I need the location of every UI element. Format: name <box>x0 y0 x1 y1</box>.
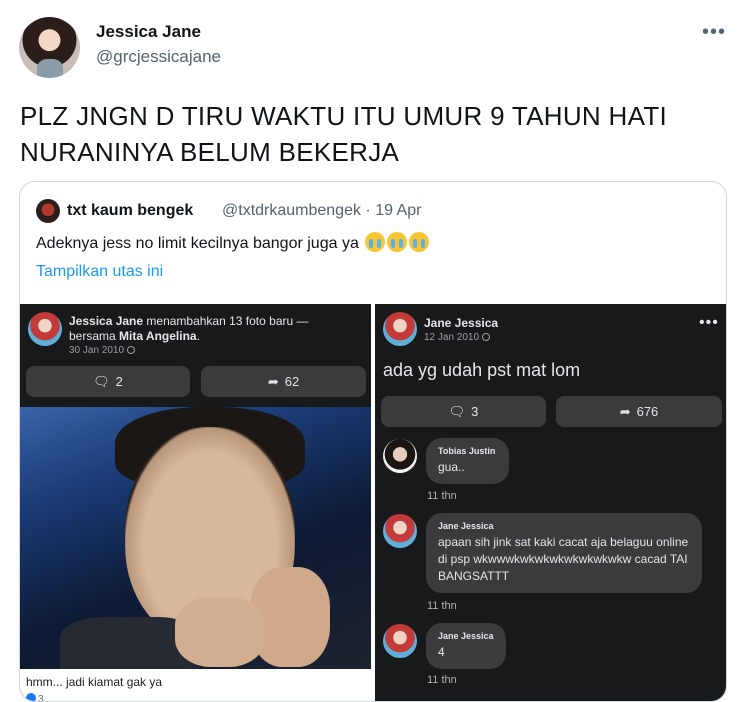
fb-avatar <box>28 312 62 346</box>
comment-bubble: Tobias Justin gua.. <box>426 438 509 484</box>
comment-icon: 🗨 <box>93 373 110 389</box>
fb-post-header-line2: bersama Mita Angelina. <box>69 329 200 343</box>
comment-text: gua.. <box>438 460 465 474</box>
quoted-tweet-text: Adeknya jess no limit kecilnya bangor ju… <box>36 232 430 253</box>
quoted-author-handle-date: @txtdrkaumbengek · 19 Apr <box>222 202 422 219</box>
share-icon: ➦ <box>619 403 631 419</box>
comment-text: apaan sih jink sat kaki cacat aja belagu… <box>438 535 689 583</box>
comment-bubble: Jane Jessica apaan sih jink sat kaki cac… <box>426 513 702 593</box>
show-thread-link[interactable]: Tampilkan utas ini <box>36 263 163 281</box>
more-options-icon[interactable]: ••• <box>702 21 726 44</box>
fb-period: . <box>196 329 200 343</box>
quoted-author-name: txt kaum bengek <box>67 202 194 219</box>
right-screenshot-panel[interactable]: Jane Jessica 12 Jan 2010 ••• ada yg udah… <box>375 304 726 701</box>
globe-icon <box>127 346 136 354</box>
comment-time[interactable]: 11 thn <box>427 490 457 502</box>
comment-time[interactable]: 11 thn <box>427 674 457 686</box>
author-avatar[interactable] <box>19 17 80 78</box>
fb-poster-name: Jane Jessica <box>424 316 499 330</box>
share-icon: ➦ <box>267 373 279 389</box>
fb-comments-button[interactable]: 🗨 3 <box>381 396 546 427</box>
like-icon <box>26 693 36 701</box>
left-screenshot-panel[interactable]: Jessica Jane menambahkan 13 foto baru — … <box>20 304 371 702</box>
quoted-text-body: Adeknya jess no limit kecilnya bangor ju… <box>36 235 359 252</box>
fb-post-date: 12 Jan 2010 <box>424 332 491 343</box>
reaction-count: 3 <box>26 693 44 702</box>
fb-date-text: 30 Jan 2010 <box>69 345 125 356</box>
loudly-crying-face-icon <box>387 232 408 252</box>
commenter-avatar[interactable] <box>383 624 417 658</box>
fb-share-button[interactable]: ➦ 62 <box>201 366 366 397</box>
comment-text: 4 <box>438 645 445 659</box>
reaction-count-value: 3 <box>38 694 44 702</box>
tweet-text: PLZ JNGN D TIRU WAKTU ITU UMUR 9 TAHUN H… <box>20 101 668 167</box>
fb-post-header: Jessica Jane menambahkan 13 foto baru — <box>69 314 309 328</box>
globe-icon <box>482 333 491 341</box>
fb-tagged-name: Mita Angelina <box>119 329 197 343</box>
loudly-crying-face-icon <box>409 232 430 252</box>
photo-caption: hmm... jadi kiamat gak ya <box>26 675 163 689</box>
comment-time[interactable]: 11 thn <box>427 600 457 612</box>
quoted-author-avatar <box>36 199 60 223</box>
post-photo[interactable] <box>20 407 371 669</box>
fb-avatar <box>383 312 417 346</box>
fb-action-line1: menambahkan 13 foto baru — <box>143 314 309 328</box>
comment-author[interactable]: Jane Jessica <box>438 631 494 641</box>
fb-comments-count: 2 <box>115 374 123 389</box>
author-handle[interactable]: @grcjessicajane <box>96 47 221 67</box>
photo-hand-left <box>175 597 265 667</box>
fb-shares-count: 676 <box>636 404 659 419</box>
comment-author[interactable]: Tobias Justin <box>438 446 497 456</box>
fb-poster-name: Jessica Jane <box>69 314 144 328</box>
fb-more-icon[interactable]: ••• <box>699 314 719 332</box>
fb-post-text: ada yg udah pst mat lom <box>383 360 581 380</box>
tweet-card: Jessica Jane @grcjessicajane ••• PLZ JNG… <box>0 0 747 702</box>
fb-date-text: 12 Jan 2010 <box>424 332 480 343</box>
comment-author[interactable]: Jane Jessica <box>438 521 690 531</box>
fb-with-label: bersama <box>69 329 120 343</box>
fb-post-date: 30 Jan 2010 <box>69 345 136 356</box>
author-name[interactable]: Jessica Jane <box>96 22 201 42</box>
comment-icon: 🗨 <box>448 403 466 419</box>
comment-bubble: Jane Jessica 4 <box>426 623 506 669</box>
fb-comments-button[interactable]: 🗨 2 <box>26 366 190 397</box>
loudly-crying-face-icon <box>365 232 386 252</box>
quoted-tweet[interactable]: txt kaum bengek @txtdrkaumbengek · 19 Ap… <box>19 181 727 702</box>
commenter-avatar[interactable] <box>383 514 417 548</box>
fb-shares-count: 62 <box>284 374 300 389</box>
commenter-avatar[interactable] <box>383 439 417 473</box>
fb-comments-count: 3 <box>471 404 479 419</box>
fb-share-button[interactable]: ➦ 676 <box>556 396 722 427</box>
